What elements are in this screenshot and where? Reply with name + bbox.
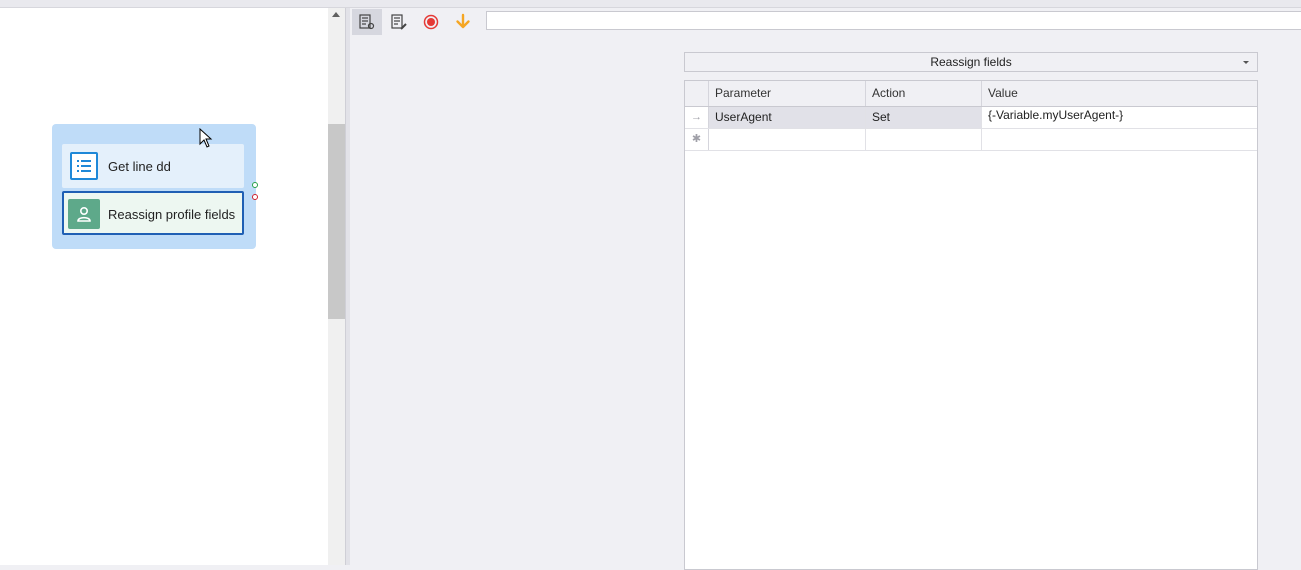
column-header-value[interactable]: Value: [982, 81, 1257, 106]
column-header-action[interactable]: Action: [866, 81, 982, 106]
action-type-dropdown[interactable]: Reassign fields: [684, 52, 1258, 72]
cell-parameter[interactable]: UserAgent: [709, 107, 866, 128]
scrollbar-thumb[interactable]: [328, 124, 345, 319]
arrow-down-icon: [456, 13, 470, 29]
node-label: Reassign profile fields: [108, 207, 236, 222]
row-indicator-header: [685, 81, 709, 106]
action-properties-panel: Reassign fields Parameter Action Value →…: [350, 8, 1301, 570]
list-icon: [70, 152, 98, 180]
cell-action[interactable]: Set: [866, 107, 982, 128]
grid-header: Parameter Action Value: [685, 81, 1257, 107]
canvas-vertical-scrollbar[interactable]: [328, 8, 345, 565]
top-strip: [0, 0, 1301, 8]
mouse-cursor-icon: [199, 128, 213, 148]
dropdown-selected-label: Reassign fields: [930, 55, 1012, 69]
cell-parameter-empty[interactable]: [709, 129, 866, 150]
properties-settings-icon: [359, 14, 375, 30]
action-node-reassign-profile[interactable]: Reassign profile fields: [62, 191, 244, 235]
new-row[interactable]: ✱: [685, 129, 1257, 151]
panel-search-input[interactable]: [486, 11, 1301, 30]
cell-value-empty[interactable]: [982, 129, 1257, 150]
edit-notes-button[interactable]: [384, 9, 414, 35]
parameters-grid[interactable]: Parameter Action Value → UserAgent Set {…: [684, 80, 1258, 570]
node-label: Get line dd: [108, 159, 171, 174]
user-icon: [68, 199, 100, 229]
scroll-up-icon[interactable]: [332, 12, 340, 17]
action-node-get-line[interactable]: Get line dd: [62, 144, 258, 200]
column-header-parameter[interactable]: Parameter: [709, 81, 866, 106]
cell-action-empty[interactable]: [866, 129, 982, 150]
success-port[interactable]: [252, 182, 258, 188]
error-port[interactable]: [252, 194, 258, 200]
record-icon: [423, 14, 439, 30]
current-row-arrow-icon: →: [685, 107, 709, 128]
step-down-button[interactable]: [448, 9, 478, 35]
record-button[interactable]: [416, 9, 446, 35]
cell-value[interactable]: {-Variable.myUserAgent-}: [982, 107, 1257, 128]
properties-settings-button[interactable]: [352, 9, 382, 35]
table-row[interactable]: → UserAgent Set {-Variable.myUserAgent-}: [685, 107, 1257, 129]
project-canvas[interactable]: Get line dd Reassign profile fields: [0, 8, 328, 565]
edit-notes-icon: [391, 14, 407, 30]
new-row-asterisk-icon: ✱: [685, 129, 709, 150]
chevron-down-icon[interactable]: [1243, 61, 1249, 64]
action-group[interactable]: Get line dd Reassign profile fields: [52, 124, 258, 249]
